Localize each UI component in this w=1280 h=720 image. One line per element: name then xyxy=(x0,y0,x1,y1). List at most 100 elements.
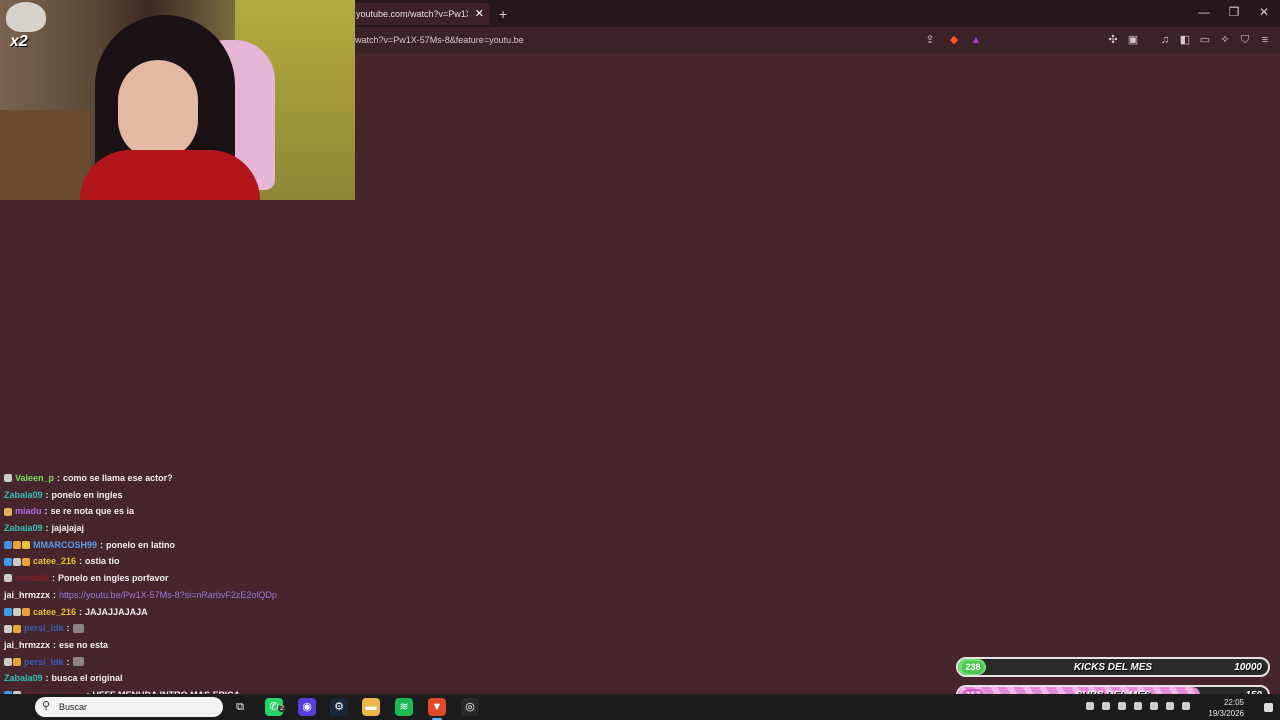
tab-title: youtube.com/watch?v=Pw1X-57 xyxy=(356,9,468,19)
cat-sticker-icon xyxy=(6,2,46,32)
chat-badges xyxy=(4,624,21,633)
goal-target: 10000 xyxy=(1234,662,1262,673)
chat-message: persi_idk: xyxy=(4,620,354,637)
chat-badges xyxy=(4,474,12,483)
chat-username[interactable]: miadu xyxy=(15,503,42,520)
chat-separator: : xyxy=(79,556,83,567)
clock-date: 19/3/2026 xyxy=(1208,709,1244,718)
chat-username[interactable]: catee_216 xyxy=(33,604,76,621)
chat-badges xyxy=(4,607,30,616)
chat-username[interactable]: novablk xyxy=(15,570,49,587)
search-icon: ⚲ xyxy=(42,700,51,712)
chat-username[interactable]: Valeen_p xyxy=(15,470,54,487)
minimize-button[interactable]: — xyxy=(1194,5,1214,19)
chat-badge-icon xyxy=(22,541,30,550)
chat-username[interactable]: Zabala09 xyxy=(4,520,43,537)
chat-message: Zabala09: busca el original xyxy=(4,670,354,687)
chat-message: Zabala09: ponelo en ingles xyxy=(4,487,354,504)
screenshot-icon[interactable]: ▣ xyxy=(1126,33,1140,47)
menu-icon[interactable]: ≡ xyxy=(1258,33,1272,47)
chat-message: jai_hrmzzx: ese no esta xyxy=(4,637,354,654)
vpn-icon[interactable]: ⛉ xyxy=(1238,33,1252,47)
obs-icon[interactable]: ◎ xyxy=(461,698,479,716)
chat-username[interactable]: MMARCOSH99 xyxy=(33,537,97,554)
chat-text: ponelo en ingles xyxy=(51,489,123,500)
chat-badge-icon xyxy=(4,541,12,550)
url-field[interactable]: watch?v=Pw1X-57Ms-8&feature=youtu.be xyxy=(355,35,524,45)
chat-message: jai_hrmzzx: https://youtu.be/Pw1X-57Ms-8?… xyxy=(4,587,354,604)
chat-text: JAJAJJAJAJA xyxy=(85,606,148,617)
chat-badge-icon xyxy=(13,657,21,666)
tray-chevron-icon[interactable] xyxy=(1086,702,1094,710)
network-icon[interactable] xyxy=(1150,702,1158,710)
chat-username[interactable]: persi_idk xyxy=(24,620,64,637)
spotify-icon[interactable]: ≋ xyxy=(395,698,413,716)
app-icon[interactable]: ◉ xyxy=(298,698,316,716)
chat-text: se re nota que es ia xyxy=(50,506,135,517)
chat-badge-icon xyxy=(4,507,12,516)
chat-text: ponelo en latino xyxy=(106,539,176,550)
notifications-icon[interactable] xyxy=(1264,703,1273,712)
tray-app-icon[interactable] xyxy=(1134,702,1142,710)
chat-separator: : xyxy=(57,473,61,483)
chat-username[interactable]: catee_216 xyxy=(33,553,76,570)
cat-emote-icon xyxy=(72,657,84,667)
taskbar-search[interactable]: ⚲ Buscar xyxy=(35,697,223,717)
brave-rewards-icon[interactable]: ▲ xyxy=(969,33,983,47)
chat-separator: : xyxy=(44,506,48,517)
search-label: Buscar xyxy=(59,702,88,712)
sidebar-icon[interactable]: ◧ xyxy=(1178,33,1192,47)
chat-separator: : xyxy=(53,639,57,650)
whatsapp-badge: 2 xyxy=(278,705,286,712)
brave-browser-icon[interactable]: ▼ xyxy=(428,698,446,716)
task-view-icon[interactable]: ⧉ xyxy=(231,698,249,716)
steam-icon[interactable]: ⚙ xyxy=(330,698,348,716)
chat-badges xyxy=(4,657,21,666)
chat-username[interactable]: jai_hrmzzx xyxy=(4,637,50,654)
maximize-button[interactable]: ❐ xyxy=(1224,5,1244,19)
tab-youtube[interactable]: youtube.com/watch?v=Pw1X-57 ✕ xyxy=(348,3,490,25)
chat-text: ostia tio xyxy=(85,556,120,567)
chat-message: Valeen_p: como se llama ese actor? xyxy=(4,470,354,487)
goal-bar: 238 KICKS DEL MES 10000 xyxy=(956,657,1270,677)
share-icon[interactable]: ⇪ xyxy=(923,33,937,47)
chat-message: miadu: se re nota que es ia xyxy=(4,503,354,520)
chat-message: MMARCOSH99: ponelo en latino xyxy=(4,537,354,554)
tab-close-icon[interactable]: ✕ xyxy=(475,7,484,20)
close-window-button[interactable]: ✕ xyxy=(1254,5,1274,19)
tray-app-icon[interactable] xyxy=(1102,702,1110,710)
wallet-icon[interactable]: ▭ xyxy=(1198,33,1212,47)
taskbar-clock[interactable]: 22:05 19/3/2026 xyxy=(1208,697,1244,719)
chat-text: como se llama ese actor? xyxy=(63,473,173,483)
brave-shields-icon[interactable]: ◆ xyxy=(947,33,961,47)
media-icon[interactable]: ♫ xyxy=(1158,33,1172,47)
chat-username[interactable]: jai_hrmzzx xyxy=(4,587,50,604)
goal-title: KICKS DEL MES xyxy=(1073,662,1153,673)
chat-badge-icon xyxy=(4,574,12,583)
chat-badge-icon xyxy=(22,607,30,616)
volume-icon[interactable] xyxy=(1166,702,1174,710)
tray-app-icon[interactable] xyxy=(1118,702,1126,710)
chat-username[interactable]: Zabala09 xyxy=(4,670,43,687)
battery-icon[interactable] xyxy=(1182,702,1190,710)
webcam-person-face xyxy=(118,60,198,160)
chat-username[interactable]: persi_idk xyxy=(24,654,64,671)
new-tab-button[interactable]: + xyxy=(499,6,507,22)
webcam-overlay: x2 xyxy=(0,0,355,200)
chat-message: Zabala09: jajajajaj xyxy=(4,520,354,537)
chat-badge-icon xyxy=(13,557,21,566)
webcam-desk xyxy=(0,110,90,200)
leo-ai-icon[interactable]: ✧ xyxy=(1218,33,1232,47)
chat-message: catee_216: JAJAJJAJAJA xyxy=(4,604,354,621)
chat-link[interactable]: https://youtu.be/Pw1X-57Ms-8?si=nRarbvF2… xyxy=(59,587,277,604)
chat-message: persi_idk: xyxy=(4,654,354,671)
chat-separator: : xyxy=(100,539,104,550)
file-explorer-icon[interactable]: ▬ xyxy=(362,698,380,716)
cat-emote-icon xyxy=(72,624,84,634)
chat-badge-icon xyxy=(22,557,30,566)
extensions-icon[interactable]: ✣ xyxy=(1106,33,1120,47)
chat-text: ese no esta xyxy=(59,639,109,650)
chat-text: Ponelo en ingles porfavor xyxy=(58,573,169,584)
chat-username[interactable]: Zabala09 xyxy=(4,487,43,504)
webcam-overlay-badge: x2 xyxy=(10,33,28,50)
